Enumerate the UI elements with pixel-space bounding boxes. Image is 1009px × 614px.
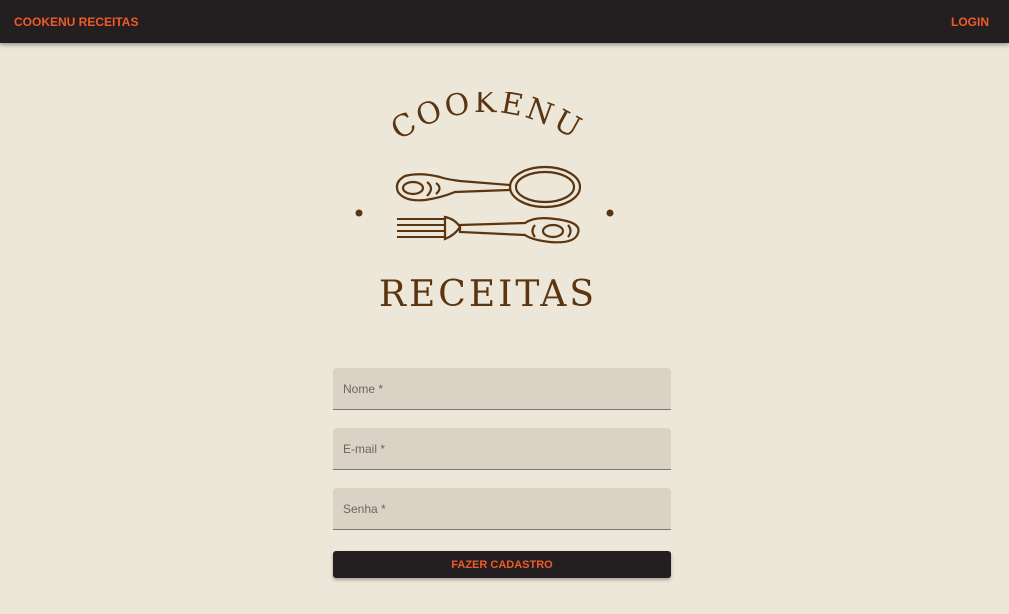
spoon-and-fork-icon: COOKENU RECEITAS <box>355 85 614 315</box>
app-bar: COOKENU RECEITAS LOGIN <box>0 0 1009 43</box>
spoon-icon <box>395 165 582 209</box>
signup-form: Nome * E-mail * Senha * FAZER CADASTRO <box>333 368 671 578</box>
login-button[interactable]: LOGIN <box>951 15 989 29</box>
logo-dot-right <box>606 209 614 217</box>
brand-button[interactable]: COOKENU RECEITAS <box>14 15 138 29</box>
email-field[interactable]: E-mail * <box>333 428 671 470</box>
logo-top-text: COOKENU <box>385 92 589 147</box>
logo-dot-left <box>355 209 363 217</box>
name-input[interactable] <box>333 368 671 409</box>
password-input[interactable] <box>333 488 671 529</box>
cookenu-logo: COOKENU RECEITAS <box>350 85 620 317</box>
name-field[interactable]: Nome * <box>333 368 671 410</box>
signup-button[interactable]: FAZER CADASTRO <box>333 551 671 578</box>
logo-bottom-text: RECEITAS <box>379 274 597 315</box>
password-field[interactable]: Senha * <box>333 488 671 530</box>
email-input[interactable] <box>333 428 671 469</box>
fork-icon <box>397 215 580 244</box>
